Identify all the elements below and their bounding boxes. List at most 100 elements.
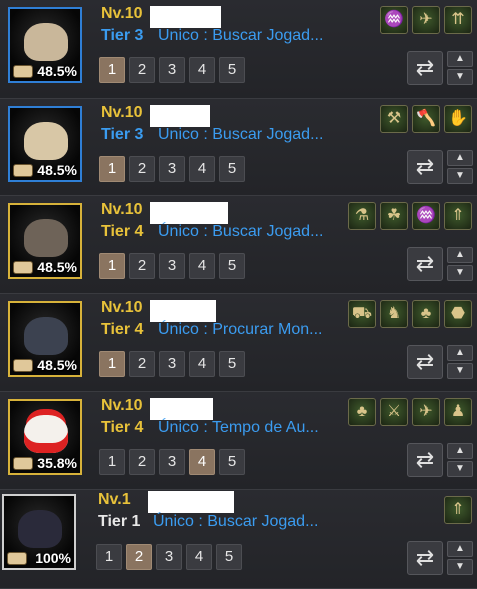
move-down-button[interactable]: ▼ <box>447 559 473 575</box>
pet-tier: Tier 3 <box>101 126 144 143</box>
tab-page-3[interactable]: 3 <box>159 156 185 182</box>
tab-page-5[interactable]: 5 <box>216 544 242 570</box>
pet-portrait[interactable]: 48.5% <box>8 203 82 279</box>
red-shield-icon[interactable]: ⬣ <box>444 300 472 328</box>
red-person-icon[interactable]: ♟ <box>444 398 472 426</box>
wing-icon[interactable]: ✈ <box>412 6 440 34</box>
pet-row[interactable]: 48.5% Nv.10 Tier 4 Único : Procurar Mon... 1… <box>0 294 477 392</box>
tab-page-2[interactable]: 2 <box>129 351 155 377</box>
crow-icon <box>24 317 68 355</box>
swap-icon[interactable]: ⇄ <box>407 51 443 85</box>
tab-page-3[interactable]: 3 <box>159 57 185 83</box>
pet-row[interactable]: 100% Nv.1 Tier 1 Único : Buscar Jogad... 1 2 3… <box>0 490 477 589</box>
pet-level: Nv.10 <box>101 104 143 121</box>
tab-page-4[interactable]: 4 <box>189 449 215 475</box>
dog-icon <box>24 23 68 61</box>
move-up-button[interactable]: ▲ <box>447 150 473 166</box>
tab-page-5[interactable]: 5 <box>219 156 245 182</box>
tab-page-1[interactable]: 1 <box>99 351 125 377</box>
pet-talent: Único : Procurar Mon... <box>158 321 323 338</box>
skill-page-tabs: 12345 <box>99 57 245 83</box>
tab-page-4[interactable]: 4 <box>189 351 215 377</box>
pet-tier: Tier 1 <box>98 513 141 530</box>
skill-page-tabs: 12345 <box>99 253 245 279</box>
pet-portrait[interactable]: 48.5% <box>8 7 82 83</box>
arrow-up-green-icon[interactable]: ⇑ <box>444 496 472 524</box>
move-down-button[interactable]: ▼ <box>447 69 473 85</box>
tab-page-5[interactable]: 5 <box>219 253 245 279</box>
tab-page-2[interactable]: 2 <box>129 253 155 279</box>
tab-page-1[interactable]: 1 <box>99 253 125 279</box>
move-down-button[interactable]: ▼ <box>447 168 473 184</box>
move-down-button[interactable]: ▼ <box>447 265 473 281</box>
tab-page-3[interactable]: 3 <box>159 253 185 279</box>
move-up-button[interactable]: ▲ <box>447 443 473 459</box>
tab-page-1[interactable]: 1 <box>99 57 125 83</box>
tab-page-4[interactable]: 4 <box>189 156 215 182</box>
hand-icon[interactable]: ✋ <box>444 105 472 133</box>
pet-tier: Tier 3 <box>101 27 144 44</box>
pickaxe-icon[interactable]: ⚒ <box>380 105 408 133</box>
tab-page-5[interactable]: 5 <box>219 351 245 377</box>
spring-icon[interactable]: ♒ <box>412 202 440 230</box>
tab-page-4[interactable]: 4 <box>189 253 215 279</box>
tab-page-1[interactable]: 1 <box>99 449 125 475</box>
move-down-button[interactable]: ▼ <box>447 461 473 477</box>
tab-page-2[interactable]: 2 <box>126 544 152 570</box>
hedgehog-icon[interactable]: ☘ <box>380 202 408 230</box>
move-up-button[interactable]: ▲ <box>447 247 473 263</box>
skill-page-tabs: 12345 <box>99 156 245 182</box>
swap-icon[interactable]: ⇄ <box>407 345 443 379</box>
feed-percent: 48.5% <box>37 357 77 373</box>
pet-portrait[interactable]: 100% <box>2 494 76 570</box>
axe-icon[interactable]: 🪓 <box>412 105 440 133</box>
tab-page-3[interactable]: 3 <box>156 544 182 570</box>
feed-percent: 100% <box>35 550 71 566</box>
tab-page-1[interactable]: 1 <box>99 156 125 182</box>
move-down-button[interactable]: ▼ <box>447 363 473 379</box>
move-up-button[interactable]: ▲ <box>447 51 473 67</box>
pet-row[interactable]: 35.8% Nv.10 Tier 4 Único : Tempo de Au... 1 2… <box>0 392 477 490</box>
arrows-up-icon[interactable]: ⇈ <box>444 6 472 34</box>
tab-page-3[interactable]: 3 <box>159 351 185 377</box>
skill-page-tabs: 12345 <box>99 351 245 377</box>
pet-portrait[interactable]: 35.8% <box>8 399 82 475</box>
tab-page-3[interactable]: 3 <box>159 449 185 475</box>
pet-talent: Único : Buscar Jogad... <box>158 223 324 240</box>
carriage-icon[interactable]: ⛟ <box>348 300 376 328</box>
pet-name-box <box>150 300 216 322</box>
pet-portrait[interactable]: 48.5% <box>8 106 82 182</box>
swap-icon[interactable]: ⇄ <box>407 541 443 575</box>
wing-icon[interactable]: ✈ <box>412 398 440 426</box>
move-up-button[interactable]: ▲ <box>447 345 473 361</box>
clover-icon[interactable]: ♣ <box>412 300 440 328</box>
pet-tier: Tier 4 <box>101 321 144 338</box>
potion-icon[interactable]: ⚗ <box>348 202 376 230</box>
axe-icon[interactable]: ⚔ <box>380 398 408 426</box>
tab-page-2[interactable]: 2 <box>129 57 155 83</box>
tab-page-5[interactable]: 5 <box>219 449 245 475</box>
arrow-red-icon[interactable]: ⇑ <box>444 202 472 230</box>
pet-row[interactable]: 48.5% Nv.10 Tier 3 Unico : Buscar Jogad... 1… <box>0 99 477 196</box>
tab-page-2[interactable]: 2 <box>129 156 155 182</box>
horse-icon[interactable]: ♞ <box>380 300 408 328</box>
pet-row[interactable]: 48.5% Nv.10 Tier 3 Unico : Buscar Jogad... 1… <box>0 0 477 99</box>
pet-row[interactable]: 48.5% Nv.10 Tier 4 Único : Buscar Jogad... 1… <box>0 196 477 294</box>
pet-talent: Unico : Buscar Jogad... <box>158 27 324 44</box>
pet-name-box <box>150 6 221 28</box>
tab-page-4[interactable]: 4 <box>186 544 212 570</box>
tab-page-4[interactable]: 4 <box>189 57 215 83</box>
swap-icon[interactable]: ⇄ <box>407 150 443 184</box>
skill-icons: ♣ ⚔ ✈ ♟ <box>348 398 472 426</box>
swap-icon[interactable]: ⇄ <box>407 443 443 477</box>
pet-name-box <box>150 202 228 224</box>
swap-icon[interactable]: ⇄ <box>407 247 443 281</box>
tab-page-2[interactable]: 2 <box>129 449 155 475</box>
tab-page-5[interactable]: 5 <box>219 57 245 83</box>
move-up-button[interactable]: ▲ <box>447 541 473 557</box>
tab-page-1[interactable]: 1 <box>96 544 122 570</box>
pet-portrait[interactable]: 48.5% <box>8 301 82 377</box>
clover-icon[interactable]: ♣ <box>348 398 376 426</box>
spring-icon[interactable]: ♒ <box>380 6 408 34</box>
skill-page-tabs: 12345 <box>96 544 242 570</box>
